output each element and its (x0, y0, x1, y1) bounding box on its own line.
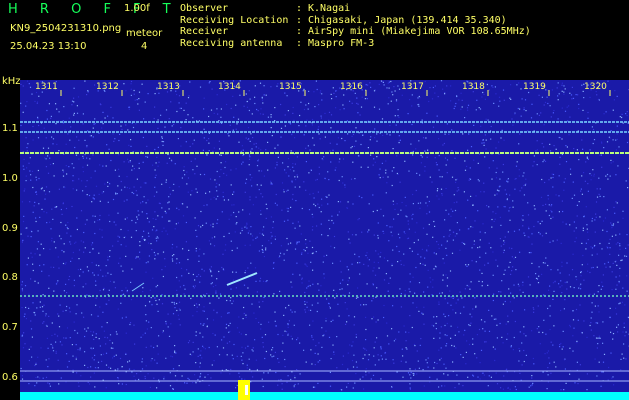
info-row-antenna: Receiving antenna: Maspro FM-3 (180, 37, 375, 49)
spectrogram (20, 80, 629, 400)
signal-peak (238, 380, 250, 400)
file-name: KN9_2504231310.png (10, 23, 122, 34)
y-tick-label: 0.6 (2, 372, 18, 383)
x-tick-label: 1316 (340, 82, 363, 92)
x-tick-label: 1314 (218, 82, 241, 92)
y-tick-label: 0.7 (2, 322, 18, 333)
info-row-observer: Observer: K.Nagai (180, 3, 351, 14)
info-value: Maspro FM-3 (308, 37, 375, 49)
info-key: Receiving antenna (180, 37, 283, 49)
x-tick-label: 1315 (279, 82, 302, 92)
x-tick-label: 1320 (584, 82, 607, 92)
timestamp: 25.04.23 13:10 (10, 41, 87, 52)
info-value: AirSpy mini (Miakejima VOR 108.65MHz) (308, 26, 531, 37)
spectrogram-background (20, 80, 629, 400)
meteor-count: 4 (141, 41, 148, 52)
app-title: H R O F F T (8, 2, 180, 17)
y-tick-label: 1.0 (2, 173, 18, 184)
x-tick-label: 1313 (157, 82, 180, 92)
x-tick-label: 1311 (35, 82, 58, 92)
x-tick-label: 1317 (401, 82, 424, 92)
observation-info: Observer: K.Nagai Receiving Location: Chig… (180, 3, 531, 49)
x-tick-label: 1312 (96, 82, 119, 92)
y-tick-label: 0.9 (2, 223, 18, 234)
signal-peak-center (245, 385, 248, 395)
version-label: 1.00f (124, 3, 150, 14)
info-row-location: Receiving Location: Chigasaki, Japan (139… (180, 14, 507, 26)
y-axis-unit: kHz (2, 76, 21, 87)
info-key: Receiver (180, 26, 229, 37)
info-row-receiver: Receiver: AirSpy mini (Miakejima VOR 108.… (180, 26, 531, 37)
type-label: meteor (126, 28, 163, 39)
info-value: Chigasaki, Japan (139.414 35.340) (308, 14, 507, 26)
x-tick-label: 1318 (462, 82, 485, 92)
info-value: K.Nagai (308, 3, 351, 14)
level-bar (20, 392, 629, 400)
info-key: Receiving Location (180, 14, 289, 26)
x-tick-label: 1319 (523, 82, 546, 92)
y-tick-label: 1.1 (2, 123, 18, 134)
header: H R O F F T 1.00f KN9_2504231310.png met… (0, 0, 629, 76)
y-tick-label: 0.8 (2, 272, 18, 283)
info-key: Observer (180, 3, 229, 14)
